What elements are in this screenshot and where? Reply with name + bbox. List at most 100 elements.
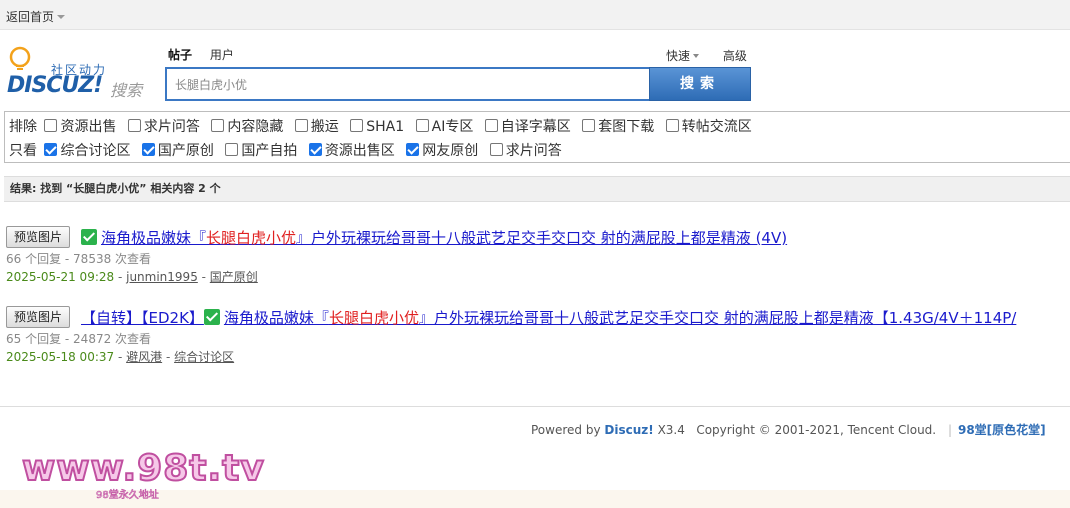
preview-image-button[interactable]: 预览图片 bbox=[6, 306, 70, 328]
option-label: 求片问答 bbox=[143, 119, 200, 135]
option-label: AI专区 bbox=[431, 119, 474, 135]
option-label: 转帖交流区 bbox=[681, 119, 752, 135]
search-box bbox=[165, 67, 650, 101]
check-mark-icon bbox=[81, 229, 97, 245]
advanced-search-link[interactable]: 高级 bbox=[723, 49, 747, 63]
discuz-logo[interactable]: 社区动力 DISCUZ! 搜索 bbox=[7, 44, 157, 100]
exclude-option[interactable]: 求片问答 bbox=[127, 119, 200, 135]
only-option[interactable]: 国产自拍 bbox=[225, 143, 297, 159]
title-highlight: 长腿白虎小优 bbox=[328, 309, 419, 327]
checkbox[interactable] bbox=[225, 143, 239, 156]
check-mark-icon bbox=[203, 309, 220, 325]
checkbox[interactable] bbox=[44, 119, 58, 132]
checkbox[interactable] bbox=[211, 119, 225, 132]
author-link[interactable]: 避风港 bbox=[126, 350, 162, 364]
result-info: 2025-05-18 00:37 - 避风港 - 综合讨论区 bbox=[6, 350, 235, 364]
quick-search-link[interactable]: 快速 bbox=[666, 49, 700, 63]
checkbox-checked[interactable] bbox=[308, 143, 322, 156]
author-link[interactable]: junmin1995 bbox=[126, 270, 198, 284]
exclude-option[interactable]: 资源出售 bbox=[44, 119, 116, 135]
option-label: 国产原创 bbox=[157, 143, 214, 159]
watermark-url: www.98t.tv bbox=[21, 447, 265, 490]
forum-link[interactable]: 综合讨论区 bbox=[174, 350, 234, 364]
exclude-option[interactable]: 套图下载 bbox=[582, 119, 654, 135]
option-label: 综合讨论区 bbox=[60, 143, 131, 159]
tab-users[interactable]: 用户 bbox=[210, 48, 234, 62]
watermark-subtitle: 98堂永久地址 bbox=[96, 490, 159, 502]
site-link[interactable]: 98堂[原色花堂] bbox=[958, 423, 1046, 437]
checkbox[interactable] bbox=[489, 143, 503, 156]
title-text: 』户外玩裸玩给哥哥十八般武艺足交手交口交 射的满屁股上都是精液 (4V) bbox=[296, 229, 788, 247]
exclude-option[interactable]: SHA1 bbox=[350, 119, 404, 135]
top-bar: 返回首页 bbox=[0, 0, 1070, 30]
option-label: 国产自拍 bbox=[241, 143, 298, 159]
logo-en-text: DISCUZ! bbox=[7, 73, 103, 98]
results-header: 结果: 找到 “长腿白虎小优” 相关内容 2 个 bbox=[4, 176, 1070, 202]
option-label: 套图下载 bbox=[598, 119, 655, 135]
only-option[interactable]: 求片问答 bbox=[489, 143, 562, 159]
discuz-link[interactable]: Discuz! bbox=[604, 423, 653, 437]
checkbox-checked[interactable] bbox=[141, 143, 155, 156]
checkbox[interactable] bbox=[484, 119, 498, 132]
search-tabs: 帖子 用户 bbox=[168, 46, 248, 63]
forum-link[interactable]: 国产原创 bbox=[210, 270, 258, 284]
checkbox[interactable] bbox=[415, 119, 429, 132]
result-title-link[interactable]: 【自转】【ED2K】 海角极品嫩妹『长腿白虎小优』户外玩裸玩给哥哥十八般武艺足交手… bbox=[81, 307, 1016, 328]
tab-posts[interactable]: 帖子 bbox=[168, 48, 192, 62]
exclude-option[interactable]: 转帖交流区 bbox=[665, 119, 752, 135]
title-prefix: 【自转】【ED2K】 bbox=[81, 309, 204, 327]
only-filter-row: 只看 综合讨论区 国产原创 国产自拍 资源出售区 网友原创 求片问答 bbox=[9, 140, 569, 162]
only-option[interactable]: 网友原创 bbox=[406, 143, 478, 159]
exclude-option[interactable]: 搬运 bbox=[294, 119, 339, 135]
footer: Powered by Discuz! X3.4 Copyright © 2001… bbox=[531, 421, 1046, 438]
result-info: 2025-05-21 09:28 - junmin1995 - 国产原创 bbox=[6, 270, 258, 284]
watermark-logo: www.98t.tv 98堂永久地址 bbox=[21, 447, 265, 502]
only-label: 只看 bbox=[9, 143, 37, 159]
version-text: X3.4 bbox=[657, 423, 685, 437]
chevron-down-icon bbox=[57, 15, 66, 19]
filter-panel: 排除 资源出售 求片问答 内容隐藏 搬运 SHA1 AI专区 自译字幕区 套图下… bbox=[4, 111, 1070, 163]
title-text: 海角极品嫩妹『 bbox=[101, 229, 207, 247]
checkbox[interactable] bbox=[665, 119, 679, 132]
search-options: 快速 高级 bbox=[666, 47, 747, 64]
quick-search-label: 快速 bbox=[666, 49, 691, 63]
option-label: 自译字幕区 bbox=[500, 119, 571, 135]
result-stats: 65 个回复 - 24872 次查看 bbox=[6, 332, 152, 346]
checkbox[interactable] bbox=[582, 119, 596, 132]
only-option[interactable]: 资源出售区 bbox=[308, 143, 395, 159]
checkbox-checked[interactable] bbox=[406, 143, 420, 156]
chevron-down-icon bbox=[693, 54, 700, 58]
preview-image-button[interactable]: 预览图片 bbox=[6, 226, 70, 248]
option-label: 资源出售区 bbox=[324, 143, 395, 159]
lightbulb-icon bbox=[9, 46, 31, 70]
back-home-link[interactable]: 返回首页 bbox=[6, 8, 66, 25]
search-button[interactable]: 搜索 bbox=[649, 67, 751, 101]
powered-by-text: Powered by bbox=[531, 423, 601, 437]
logo-search-text: 搜索 bbox=[110, 81, 143, 100]
only-option[interactable]: 综合讨论区 bbox=[44, 143, 130, 159]
checkbox[interactable] bbox=[350, 119, 364, 132]
result-date: 2025-05-18 00:37 bbox=[6, 350, 115, 364]
result-stats: 66 个回复 - 78538 次查看 bbox=[6, 252, 152, 266]
checkbox[interactable] bbox=[127, 119, 141, 132]
copyright-text: Copyright © 2001-2021, Tencent Cloud. bbox=[696, 423, 937, 437]
title-text: 』户外玩裸玩给哥哥十八般武艺足交手交口交 射的满屁股上都是精液【1.43G/4V… bbox=[418, 309, 1017, 327]
result-date: 2025-05-21 09:28 bbox=[6, 270, 115, 284]
result-title-link[interactable]: 海角极品嫩妹『长腿白虎小优』户外玩裸玩给哥哥十八般武艺足交手交口交 射的满屁股上… bbox=[81, 227, 787, 248]
footer-divider bbox=[0, 406, 1070, 407]
exclude-label: 排除 bbox=[9, 119, 37, 135]
exclude-option[interactable]: AI专区 bbox=[415, 119, 474, 135]
back-home-label: 返回首页 bbox=[6, 10, 55, 24]
exclude-filter-row: 排除 资源出售 求片问答 内容隐藏 搬运 SHA1 AI专区 自译字幕区 套图下… bbox=[9, 116, 759, 138]
option-label: 搬运 bbox=[310, 119, 339, 135]
exclude-option[interactable]: 内容隐藏 bbox=[211, 119, 283, 135]
checkbox-checked[interactable] bbox=[44, 143, 58, 156]
search-input[interactable] bbox=[167, 69, 650, 99]
checkbox[interactable] bbox=[294, 119, 308, 132]
title-text: 海角极品嫩妹『 bbox=[223, 309, 329, 327]
only-option[interactable]: 国产原创 bbox=[141, 143, 214, 159]
footer-separator: | bbox=[947, 423, 952, 437]
option-label: SHA1 bbox=[366, 119, 405, 135]
option-label: 求片问答 bbox=[505, 143, 562, 159]
exclude-option[interactable]: 自译字幕区 bbox=[484, 119, 571, 135]
